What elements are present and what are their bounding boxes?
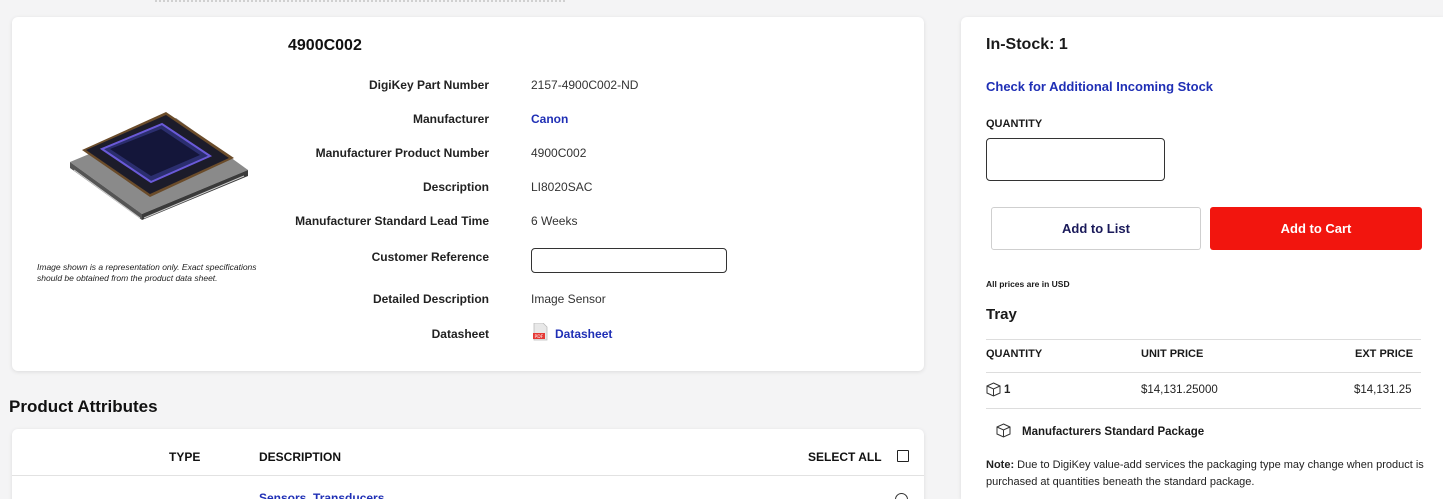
- product-overview-card: Image shown is a representation only. Ex…: [12, 17, 924, 371]
- quantity-input[interactable]: [986, 138, 1165, 181]
- category-link[interactable]: Sensors, Transducers: [259, 491, 384, 499]
- product-attributes-title: Product Attributes: [9, 397, 158, 416]
- spec-row-manufacturer: Manufacturer Canon: [12, 110, 912, 130]
- page-title: 4900C002: [288, 37, 362, 54]
- spec-row-customer-reference: Customer Reference: [12, 248, 912, 273]
- quantity-label: QUANTITY: [986, 118, 1043, 130]
- customer-reference-input[interactable]: [531, 248, 727, 273]
- select-all-checkbox-icon[interactable]: [897, 450, 909, 462]
- spec-row-lead-time: Manufacturer Standard Lead Time 6 Weeks: [12, 212, 912, 232]
- manufacturer-link[interactable]: Canon: [531, 112, 568, 126]
- spec-label: Manufacturer: [412, 112, 489, 126]
- purchase-panel: In-Stock: 1 Check for Additional Incomin…: [961, 17, 1443, 499]
- spec-row-detailed-description: Detailed Description Image Sensor: [12, 290, 912, 310]
- column-header-description: DESCRIPTION: [259, 450, 342, 464]
- price-header-ext-price: EXT PRICE: [1355, 348, 1414, 360]
- spec-row-datasheet: Datasheet PDF Datasheet: [12, 322, 912, 345]
- datasheet-link[interactable]: Datasheet: [555, 327, 612, 341]
- spec-label: Manufacturer Product Number: [315, 146, 489, 160]
- svg-text:PDF: PDF: [535, 334, 544, 340]
- package-box-icon: [996, 423, 1011, 438]
- package-box-icon: [986, 382, 1001, 397]
- in-stock-count: In-Stock: 1: [986, 36, 1068, 53]
- note-text: Due to DigiKey value-add services the pa…: [986, 459, 1424, 488]
- price-header-unit-price: UNIT PRICE: [1141, 348, 1204, 360]
- select-all-label[interactable]: SELECT ALL: [808, 450, 882, 464]
- price-header-quantity: QUANTITY: [986, 348, 1043, 360]
- spec-label: Manufacturer Standard Lead Time: [295, 214, 489, 228]
- spec-row-description: Description LI8020SAC: [12, 178, 912, 198]
- category-radio-icon[interactable]: [895, 493, 908, 499]
- table-divider: [12, 475, 924, 476]
- spec-row-digikey-pn: DigiKey Part Number 2157-4900C002-ND: [12, 76, 912, 96]
- check-incoming-stock-link[interactable]: Check for Additional Incoming Stock: [986, 79, 1213, 94]
- lead-time-value: 6 Weeks: [531, 214, 578, 228]
- digikey-part-number: 2157-4900C002-ND: [531, 78, 639, 92]
- price-row-ext-price: $14,131.25: [1354, 384, 1412, 396]
- price-table-bottom-border: [986, 408, 1421, 409]
- manufacturer-product-number: 4900C002: [531, 146, 587, 160]
- product-attributes-table: TYPE DESCRIPTION SELECT ALL Sensors, Tra…: [12, 429, 924, 499]
- price-table-top-border: [986, 339, 1421, 340]
- detailed-description-value: Image Sensor: [531, 292, 606, 306]
- packaging-type: Tray: [986, 306, 1017, 323]
- spec-label: DigiKey Part Number: [368, 78, 489, 92]
- top-divider: [155, 0, 565, 3]
- currency-note: All prices are in USD: [986, 279, 1070, 289]
- description-value: LI8020SAC: [531, 180, 593, 194]
- price-row-unit-price: $14,131.25000: [1141, 384, 1218, 396]
- price-table-divider: [986, 372, 1421, 373]
- spec-row-mpn: Manufacturer Product Number 4900C002: [12, 144, 912, 164]
- spec-label: Description: [422, 180, 489, 194]
- spec-label: Datasheet: [431, 327, 489, 341]
- price-row-quantity: 1: [1004, 384, 1011, 396]
- add-to-list-button[interactable]: Add to List: [991, 207, 1201, 250]
- column-header-type: TYPE: [169, 450, 201, 464]
- pdf-icon[interactable]: PDF: [533, 322, 548, 341]
- note-label: Note:: [986, 459, 1015, 471]
- spec-label: Detailed Description: [372, 292, 489, 306]
- standard-package-link[interactable]: Manufacturers Standard Package: [1022, 426, 1204, 438]
- add-to-cart-button[interactable]: Add to Cart: [1210, 207, 1422, 250]
- packaging-note: Note: Due to DigiKey value-add services …: [986, 457, 1426, 491]
- spec-label: Customer Reference: [371, 250, 489, 264]
